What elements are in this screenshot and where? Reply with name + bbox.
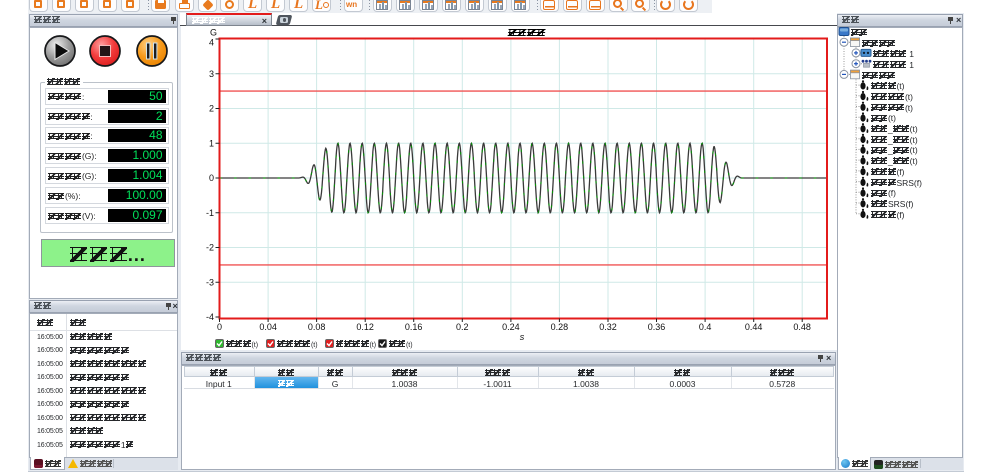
svg-text:0.12: 0.12 bbox=[356, 322, 374, 332]
svg-text:0.36: 0.36 bbox=[648, 322, 666, 332]
svg-text:0.04: 0.04 bbox=[259, 322, 277, 332]
svg-text:-4: -4 bbox=[206, 312, 214, 322]
svg-text:-2: -2 bbox=[206, 243, 214, 253]
svg-text:0.44: 0.44 bbox=[745, 322, 763, 332]
svg-text:G: G bbox=[210, 28, 217, 38]
svg-text:0.08: 0.08 bbox=[308, 322, 326, 332]
svg-text:4: 4 bbox=[209, 38, 214, 48]
svg-text:0.24: 0.24 bbox=[502, 322, 520, 332]
svg-text:1: 1 bbox=[209, 138, 214, 148]
svg-text:0.4: 0.4 bbox=[699, 322, 712, 332]
svg-text:0.48: 0.48 bbox=[793, 322, 811, 332]
svg-text:2: 2 bbox=[209, 104, 214, 114]
svg-text:0: 0 bbox=[217, 322, 222, 332]
svg-text:s: s bbox=[520, 332, 525, 342]
svg-text:0.16: 0.16 bbox=[405, 322, 423, 332]
svg-text:0: 0 bbox=[209, 173, 214, 183]
svg-text:-1: -1 bbox=[206, 208, 214, 218]
svg-text:0.2: 0.2 bbox=[456, 322, 469, 332]
svg-text:-3: -3 bbox=[206, 277, 214, 287]
svg-text:0.32: 0.32 bbox=[599, 322, 617, 332]
svg-text:0.28: 0.28 bbox=[551, 322, 569, 332]
svg-text:3: 3 bbox=[209, 69, 214, 79]
